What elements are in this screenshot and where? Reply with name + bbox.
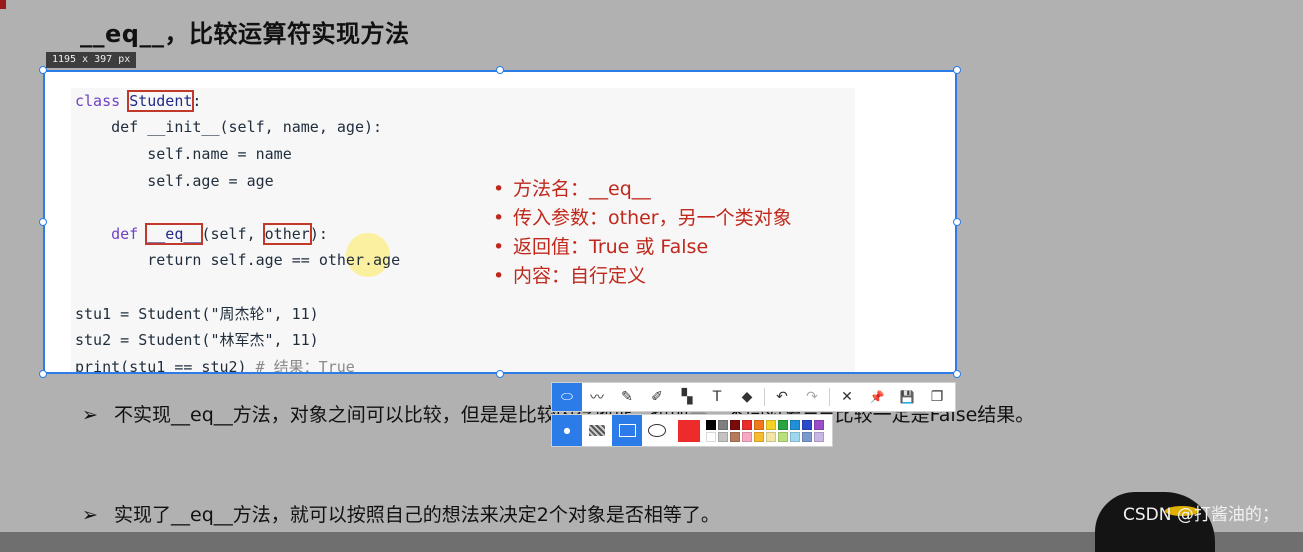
code-line-3: self.name = name [75, 145, 292, 163]
color-swatch[interactable] [718, 419, 728, 430]
color-swatch[interactable] [802, 419, 812, 430]
slide-title: __eq__，比较运算符实现方法 [80, 20, 410, 48]
save-icon[interactable]: 💾 [892, 383, 922, 411]
note-item: • 返回值：True 或 False [493, 236, 709, 258]
color-palette [706, 419, 824, 442]
code-line-9: stu1 = Student("周杰轮", 11) [75, 305, 319, 323]
color-swatch[interactable] [754, 419, 764, 430]
resize-handle-bottom-right[interactable] [953, 370, 961, 378]
color-swatch[interactable] [718, 431, 728, 442]
pen-tool-icon[interactable]: ✎ [612, 383, 642, 411]
ellipse-glyph [648, 424, 666, 437]
corner-mark [0, 0, 6, 9]
code-line-1: class Student: [75, 90, 202, 112]
resize-handle-top-left[interactable] [39, 66, 47, 74]
rectangle-shape-icon[interactable] [612, 415, 642, 446]
code-line-10: stu2 = Student("林军杰", 11) [75, 331, 319, 349]
code-panel: class Student: def __init__(self, name, … [71, 88, 855, 374]
color-swatch[interactable] [778, 419, 788, 430]
color-swatch[interactable] [742, 431, 752, 442]
marker-tool-icon[interactable]: ✐ [642, 383, 672, 411]
slide-point-2: ➢ 实现了__eq__方法，就可以按照自己的想法来决定2个对象是否相等了。 [82, 504, 720, 526]
text-tool-icon[interactable]: T [702, 383, 732, 411]
other-param-highlight: other [262, 223, 312, 245]
undo-icon[interactable]: ↶ [767, 383, 797, 411]
toolbar-divider [764, 388, 765, 406]
pattern-swatch [589, 425, 605, 436]
color-swatch[interactable] [730, 431, 740, 442]
resize-handle-right[interactable] [953, 218, 961, 226]
shape-options-bar: ● [551, 414, 833, 447]
color-swatch[interactable] [814, 431, 824, 442]
color-swatch[interactable] [730, 419, 740, 430]
note-item: • 传入参数：other，另一个类对象 [493, 207, 792, 229]
code-line-7: return self.age == other.age [75, 251, 401, 269]
pin-icon[interactable]: 📌 [862, 383, 892, 411]
close-icon[interactable]: ✕ [832, 383, 862, 411]
color-swatch[interactable] [706, 419, 716, 430]
screenshot-selection[interactable]: class Student: def __init__(self, name, … [43, 70, 957, 374]
resize-handle-bottom-left[interactable] [39, 370, 47, 378]
redo-icon[interactable]: ↷ [797, 383, 827, 411]
annotation-toolbar: ⬭ 〰 ✎ ✐ ▚ T ◆ ↶ ↷ ✕ 📌 💾 ❐ [551, 382, 956, 412]
code-line-11: print(stu1 == stu2) # 结果：True [75, 358, 355, 374]
color-swatch[interactable] [706, 431, 716, 442]
resize-handle-bottom[interactable] [496, 370, 504, 378]
code-line-2: def __init__(self, name, age): [75, 118, 383, 136]
class-name-highlight: Student [127, 90, 195, 112]
line-tool-icon[interactable]: 〰 [582, 383, 612, 411]
thin-stroke-option[interactable]: ● [552, 415, 582, 446]
color-swatch[interactable] [754, 431, 764, 442]
mosaic-tool-icon[interactable]: ▚ [672, 383, 702, 411]
code-line-4: self.age = age [75, 172, 274, 190]
color-swatch[interactable] [790, 431, 800, 442]
resize-handle-left[interactable] [39, 218, 47, 226]
code-line-6: def __eq__(self, other): [75, 223, 328, 245]
note-item: • 方法名：__eq__ [493, 178, 651, 200]
resize-handle-top-right[interactable] [953, 66, 961, 74]
color-swatch[interactable] [742, 419, 752, 430]
rect-glyph [618, 424, 636, 437]
copy-icon[interactable]: ❐ [922, 383, 952, 411]
color-swatch[interactable] [778, 431, 788, 442]
eraser-tool-icon[interactable]: ◆ [732, 383, 762, 411]
toolbar-divider [829, 388, 830, 406]
color-swatch[interactable] [766, 431, 776, 442]
color-swatch[interactable] [802, 431, 812, 442]
ellipse-shape-icon[interactable] [642, 415, 672, 446]
color-swatch[interactable] [790, 419, 800, 430]
shape-tool-icon[interactable]: ⬭ [552, 383, 582, 411]
fill-pattern-icon[interactable] [582, 415, 612, 446]
color-swatch[interactable] [766, 419, 776, 430]
eq-method-highlight: __eq__ [145, 223, 204, 245]
current-color-swatch[interactable] [678, 419, 700, 442]
selection-size-label: 1195 x 397 px [46, 52, 137, 68]
csdn-watermark: CSDN @打酱油的； [1123, 505, 1279, 525]
color-swatch[interactable] [814, 419, 824, 430]
resize-handle-top[interactable] [496, 66, 504, 74]
note-item: • 内容：自行定义 [493, 265, 647, 287]
